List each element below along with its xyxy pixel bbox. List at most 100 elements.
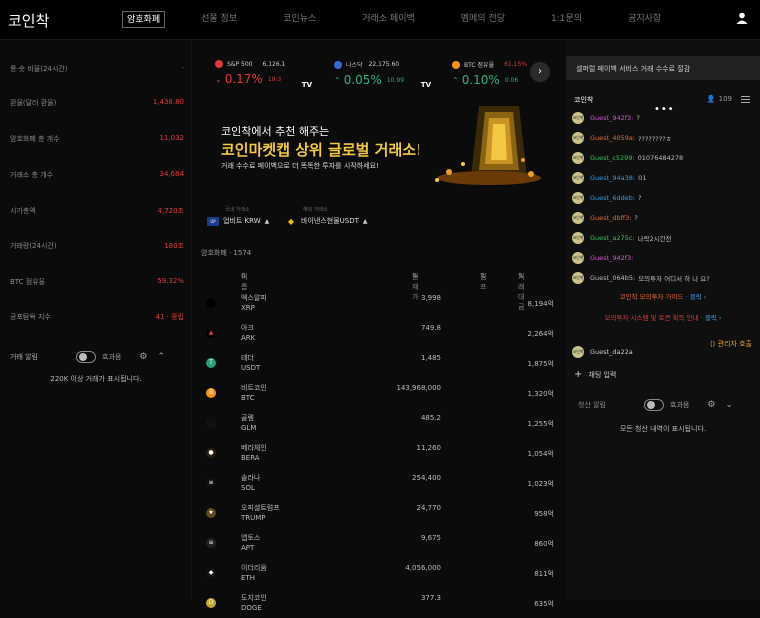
coin-price: 4,056,000	[405, 564, 441, 572]
stat-exchange-rate: 환율(달러 환율) 1,438.80	[10, 98, 184, 107]
guide-notice[interactable]: 코인착 모의투자 가이드 · 클릭 ›	[566, 291, 760, 301]
table-row[interactable]: ◆ 이더리움 ETH 4,056,000 811억	[193, 558, 565, 588]
nav-payback[interactable]: 거래소 페이백	[358, 11, 419, 28]
coin-price: 24,770	[416, 504, 442, 512]
table-row[interactable]: D 도지코인 DOGE 377.3 635억	[193, 588, 565, 618]
nav-notice[interactable]: 공지사항	[624, 11, 665, 28]
coin-symbol: USDT	[241, 364, 261, 372]
avatar: 코인착	[572, 192, 584, 204]
token-notice[interactable]: 모의투자 시스템 및 토큰 획득 안내 · 클릭 ›	[566, 312, 760, 322]
liquidation-title: 청산 알림	[578, 401, 606, 409]
avatar: 코인착	[572, 212, 584, 224]
user-icon[interactable]	[736, 12, 748, 24]
banner-illustration	[419, 98, 544, 190]
table-row[interactable]: ≡ 솔라나 SOL 254,400 1,023억	[193, 468, 565, 498]
chat-username[interactable]: Guest_942f3:	[590, 254, 633, 262]
chat-username[interactable]: Guest_94a38:	[590, 174, 635, 182]
menu-icon[interactable]	[741, 96, 750, 103]
domestic-exchange-select[interactable]: 국내 거래소 UP 업비트 KRW ▲	[207, 206, 269, 226]
chat-message: 코인착 Guest_a275c: 나락2시간전	[572, 231, 758, 245]
foreign-exchange-select[interactable]: 해외 거래소 ◆ 바이낸스현물USDT ▲	[285, 206, 368, 226]
table-row[interactable]: ● 베라체인 BERA 11,260 1,054억	[193, 438, 565, 468]
col-price[interactable]: 현재가 ⇅	[412, 272, 418, 301]
coin-name: 오피셜트럼프	[241, 504, 280, 512]
coin-volume: 1,023억	[527, 480, 554, 488]
coin-name: 아크	[241, 324, 254, 332]
table-row[interactable]: 엑스알피 XRP 3,998 8,194억	[193, 288, 565, 318]
chat-username[interactable]: Guest_a275c:	[590, 234, 635, 242]
btc-icon	[452, 60, 460, 69]
stat-volume: 거래량(24시간) 180조	[10, 242, 184, 250]
nav-hall-of-fame[interactable]: 멤메의 전당	[457, 11, 509, 28]
chat-text: ?	[638, 194, 642, 202]
col-name[interactable]: 이름 ⇅	[241, 272, 247, 291]
coin-icon: ▲	[206, 328, 216, 338]
chat-text: 01	[638, 174, 647, 182]
dropdown-arrow-icon: ▲	[362, 217, 368, 225]
stat-long-short: 롱·숏 비율(24시간) -	[10, 64, 184, 73]
chevron-down-icon[interactable]: ⌄	[725, 400, 733, 410]
chat-text: ?	[634, 214, 638, 222]
site-logo[interactable]: 코인착	[8, 10, 49, 31]
coin-icon	[206, 298, 216, 308]
chat-username[interactable]: Guest_6ddeb:	[590, 194, 635, 202]
payback-notice[interactable]: 셀퍼럴 페이백 서비스 거래 수수료 절감	[566, 56, 760, 80]
ticker-nasdaq[interactable]: 나스닥 22,175.60 ⌃ 0.05% 10.99 TV	[334, 60, 449, 90]
liquidation-message: 모든 청산 내역이 표시됩니다.	[619, 425, 707, 433]
banner-subtext: 거래 수수료 페이백으로 더 똑똑한 투자를 시작하세요!	[221, 162, 379, 170]
coin-symbol: SOL	[241, 484, 255, 492]
gear-icon[interactable]: ⚙	[707, 400, 715, 410]
table-row[interactable]: ≡ 앱토스 APT 9,675 860억	[193, 528, 565, 558]
coin-symbol: ETH	[241, 574, 255, 582]
coin-symbol: BTC	[241, 394, 255, 402]
nav-news[interactable]: 코인뉴스	[279, 11, 320, 28]
avatar: 코인착	[572, 112, 584, 124]
coin-symbol: APT	[241, 544, 255, 552]
chat-username[interactable]: Guest_064b5:	[590, 274, 635, 282]
table-row[interactable]: B 비트코인 BTC 143,968,000 1,320억	[193, 378, 565, 408]
coin-volume: 860억	[534, 540, 554, 548]
banner-headline: 코인마켓캡 상위 글로벌 거래소!	[221, 141, 423, 159]
ticker-btc-dominance[interactable]: BTC 점유율 61.15% ⌃ 0.10% 0.06	[452, 60, 542, 90]
coin-volume: 1,875억	[527, 360, 554, 368]
chat-message: 코인착 Guest_6ddeb:?	[572, 191, 758, 205]
coin-name: 앱토스	[241, 534, 261, 542]
nav-futures[interactable]: 선물 정보	[197, 11, 241, 28]
col-volume[interactable]: 거래대금 ⇅	[518, 272, 524, 311]
plus-icon: +	[574, 369, 583, 380]
table-row[interactable]: ▲ 아크 ARK 749.8 2,264억	[193, 318, 565, 348]
nasdaq-icon	[334, 60, 342, 69]
table-row[interactable]: T 테더 USDT 1,485 1,875억	[193, 348, 565, 378]
promo-banner[interactable]: 코인착에서 추천 해주는 코인마켓캡 상위 글로벌 거래소! 거래 수수료 페이…	[193, 98, 565, 198]
coin-volume: 1,054억	[527, 450, 554, 458]
coin-volume: 8,194억	[527, 300, 554, 308]
coin-icon	[206, 418, 216, 428]
table-row[interactable]: ★ 오피셜트럼프 TRUMP 24,770 958억	[193, 498, 565, 528]
stat-btc-dominance: BTC 점유율 59.32%	[10, 277, 184, 286]
chat-username[interactable]: Guest_942f3:	[590, 114, 633, 122]
trade-alert-controls: 거래 알림 효과음 ⚙ ⌃	[10, 350, 184, 364]
liquidation-sound-toggle[interactable]	[644, 399, 664, 411]
coin-price: 143,968,000	[396, 384, 441, 392]
coin-volume: 635억	[534, 600, 554, 608]
coin-symbol: ARK	[241, 334, 256, 342]
sound-toggle[interactable]	[76, 351, 96, 363]
ticker-sp500[interactable]: S&P 500 6,126.1 ⌄ 0.17% 10.3 TV	[215, 60, 330, 90]
gear-icon[interactable]: ⚙	[139, 352, 147, 362]
chat-username[interactable]: Guest_dbff3:	[590, 214, 631, 222]
coin-price: 485.2	[420, 414, 441, 422]
chat-username[interactable]: Guest_c5299:	[590, 154, 635, 162]
coin-price: 749.8	[420, 324, 441, 332]
chat-username[interactable]: Guest_4059a:	[590, 134, 635, 142]
coin-icon: ★	[206, 508, 216, 518]
table-row[interactable]: 골렘 GLM 485.2 1,255억	[193, 408, 565, 438]
ticker-next-button[interactable]: ›	[530, 62, 550, 82]
chat-text: ?	[636, 114, 640, 122]
nav-inquiry[interactable]: 1:1문의	[547, 11, 586, 28]
chevron-up-icon[interactable]: ⌃	[157, 352, 165, 362]
nav-crypto[interactable]: 암호화폐	[122, 11, 166, 28]
col-kimp[interactable]: 김프 ⇅	[480, 272, 486, 291]
coin-symbol: XRP	[241, 304, 255, 312]
chat-input[interactable]: + 채팅 입력	[574, 369, 616, 380]
chat-message: 코인착 Guest_c5299: 01076484278	[572, 151, 758, 165]
